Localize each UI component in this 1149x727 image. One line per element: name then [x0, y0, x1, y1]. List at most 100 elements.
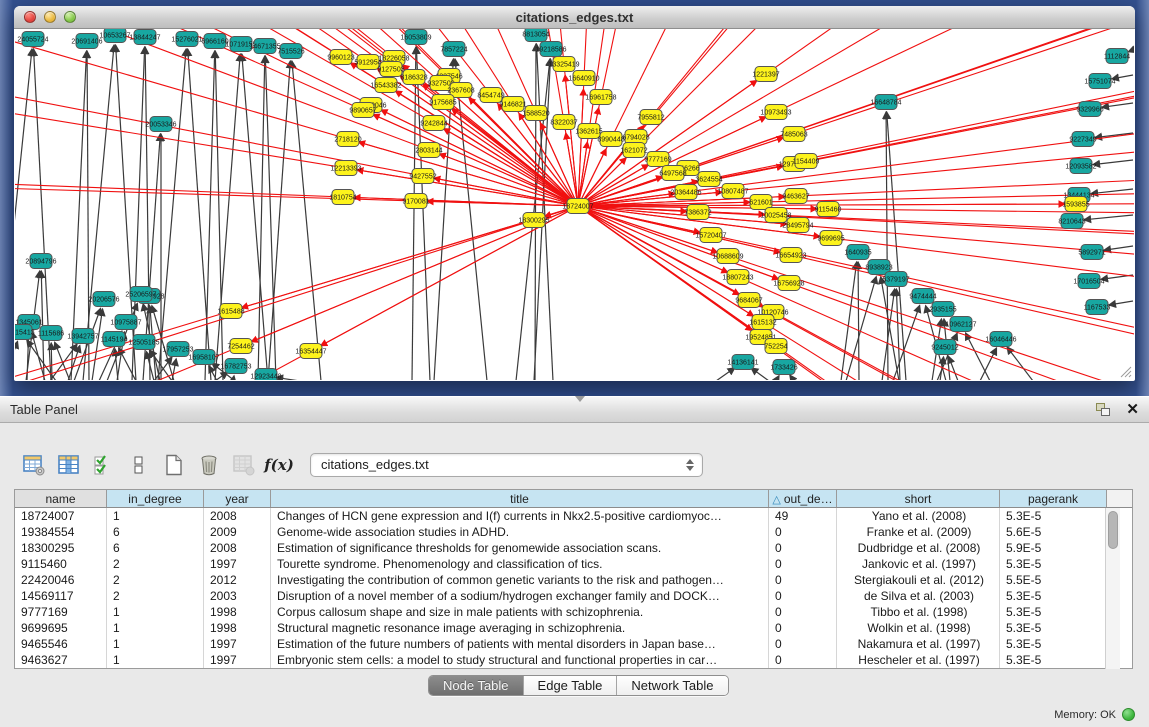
tab-network-table[interactable]: Network Table [617, 676, 727, 695]
graph-node[interactable]: 8186328 [400, 70, 427, 85]
graph-node[interactable]: 10807487 [717, 184, 748, 199]
graph-node[interactable]: 7254462 [227, 339, 254, 354]
table-row[interactable]: 1872400712008Changes of HCN gene express… [15, 508, 1132, 524]
scrollbar-thumb[interactable] [1108, 511, 1118, 549]
graph-node[interactable]: 10688609 [712, 249, 743, 264]
column-header-in_degree[interactable]: in_degree [107, 490, 204, 507]
graph-node[interactable]: 10975887 [110, 315, 141, 330]
graph-node[interactable]: 16756928 [773, 276, 804, 291]
graph-node[interactable]: 19218586 [535, 42, 566, 57]
graph-node[interactable]: 9329966 [1076, 102, 1103, 117]
graph-node[interactable]: 28495794 [782, 218, 813, 233]
graph-node[interactable]: 2718120 [334, 132, 361, 147]
graph-node[interactable]: 2803144 [415, 143, 442, 158]
row-height-icon[interactable] [125, 451, 153, 479]
table-settings-icon[interactable] [20, 451, 48, 479]
graph-node[interactable]: 18724007 [562, 199, 593, 214]
graph-node[interactable]: 9175685 [429, 95, 456, 110]
column-header-out_de[interactable]: △out_de… [769, 490, 837, 507]
graph-node[interactable]: 1115686 [38, 326, 64, 341]
table-body[interactable]: 1872400712008Changes of HCN gene express… [15, 508, 1132, 668]
graph-node[interactable]: 7955812 [637, 110, 664, 125]
graph-node[interactable]: 16354447 [295, 344, 326, 359]
table-row[interactable]: 911546021997Tourette syndrome. Phenomeno… [15, 556, 1132, 572]
zoom-window-button[interactable] [64, 11, 76, 23]
table-selector-dropdown[interactable]: citations_edges.txt [310, 453, 703, 477]
graph-node[interactable]: 9684067 [735, 293, 762, 308]
graph-node[interactable]: 8322037 [550, 115, 577, 130]
graph-node[interactable]: 16961758 [585, 90, 616, 105]
table-header-row[interactable]: namein_degreeyeartitle△out_de…shortpager… [15, 490, 1132, 508]
table-row[interactable]: 1830029562008Estimation of significance … [15, 540, 1132, 556]
graph-node[interactable]: 1145194 [101, 332, 128, 347]
graph-node[interactable]: 18807243 [722, 270, 753, 285]
table-vertical-scrollbar[interactable] [1105, 508, 1120, 669]
table-row[interactable]: 946554611997Estimation of the future num… [15, 636, 1132, 652]
graph-node[interactable]: 20053346 [145, 117, 176, 132]
graph-node[interactable]: 9463627 [782, 189, 809, 204]
column-header-name[interactable]: name [15, 490, 107, 507]
graph-node[interactable]: 1112844 [1104, 49, 1130, 64]
graph-node[interactable]: 1154409 [793, 154, 820, 169]
graph-node[interactable]: 9115460 [815, 202, 842, 217]
graph-node[interactable]: 9245012 [931, 340, 958, 355]
graph-node[interactable]: 13942757 [67, 329, 98, 344]
graph-node[interactable]: 16640910 [568, 71, 599, 86]
graph-node[interactable]: 15276021 [171, 32, 202, 47]
delete-table-icon[interactable] [195, 451, 223, 479]
graph-node[interactable]: 1221397 [752, 67, 779, 82]
function-builder-icon[interactable]: f(x) [265, 451, 293, 479]
graph-node[interactable]: 16654923 [775, 248, 806, 263]
graph-node[interactable]: 8813054 [522, 29, 549, 42]
graph-node[interactable]: 16046446 [985, 332, 1016, 347]
graph-node[interactable]: 14671355 [249, 39, 280, 54]
graph-node[interactable]: 17016504 [1073, 274, 1104, 289]
graph-node[interactable]: 6497568 [659, 166, 686, 181]
graph-node[interactable]: 20894796 [25, 254, 56, 269]
graph-node[interactable]: 15751074 [1084, 74, 1115, 89]
table-row[interactable]: 977716911998Corpus callosum shape and si… [15, 604, 1132, 620]
graph-node[interactable]: 10962127 [945, 317, 976, 332]
graph-node[interactable]: 8454749 [477, 88, 504, 103]
graph-node[interactable]: 5892971 [1078, 245, 1105, 260]
graph-node[interactable]: 12505185 [128, 335, 159, 350]
graph-node[interactable]: 16543382 [370, 78, 401, 93]
graph-node[interactable]: 9242844 [420, 116, 447, 131]
graph-node[interactable]: 9890657 [349, 103, 376, 118]
network-canvas[interactable]: 2405572420691406106532671384424715276021… [15, 29, 1134, 380]
graph-node[interactable]: 7485063 [780, 127, 807, 142]
graph-node[interactable]: 9170081 [402, 194, 429, 209]
graph-node[interactable]: 8990448 [597, 132, 624, 147]
graph-node[interactable]: 20691406 [71, 34, 102, 49]
column-header-title[interactable]: title [271, 490, 769, 507]
graph-node[interactable]: 1588520 [522, 106, 549, 121]
splitter-handle-icon[interactable] [575, 396, 585, 402]
float-panel-icon[interactable] [1096, 403, 1112, 417]
graph-node[interactable]: 16782753 [220, 359, 251, 374]
graph-node[interactable]: 13844247 [129, 30, 160, 45]
graph-node[interactable]: 3915413 [15, 325, 35, 340]
graph-node[interactable]: 20364486 [670, 185, 701, 200]
graph-node[interactable]: 7515526 [277, 44, 304, 59]
graph-node[interactable]: 10653267 [99, 29, 130, 43]
graph-node[interactable]: 14136141 [727, 355, 758, 370]
window-titlebar[interactable]: citations_edges.txt [14, 6, 1135, 29]
graph-node[interactable]: 16053809 [400, 30, 431, 45]
graph-node[interactable]: 25206597 [125, 287, 156, 302]
graph-node[interactable]: 12923448 [250, 369, 281, 381]
graph-node[interactable]: 6379197 [882, 272, 909, 287]
graph-node[interactable]: 1615132 [749, 315, 776, 330]
tab-edge-table[interactable]: Edge Table [524, 676, 618, 695]
graph-node[interactable]: 16648784 [870, 95, 901, 110]
graph-node[interactable]: 1167533 [1084, 300, 1111, 315]
table-row[interactable]: 1456911722003Disruption of a novel membe… [15, 588, 1132, 604]
graph-node[interactable]: 1621072 [620, 143, 647, 158]
citation-network-graph[interactable]: 2405572420691406106532671384424715276021… [15, 29, 1134, 380]
graph-node[interactable]: 1615488 [217, 304, 244, 319]
graph-node[interactable]: 2935155 [929, 302, 956, 317]
graph-node[interactable]: 18300295 [518, 213, 549, 228]
select-columns-icon[interactable] [55, 451, 83, 479]
close-panel-icon[interactable]: ✕ [1126, 402, 1139, 417]
graph-node[interactable]: 1810754 [329, 190, 356, 205]
column-header-pagerank[interactable]: pagerank [1000, 490, 1107, 507]
